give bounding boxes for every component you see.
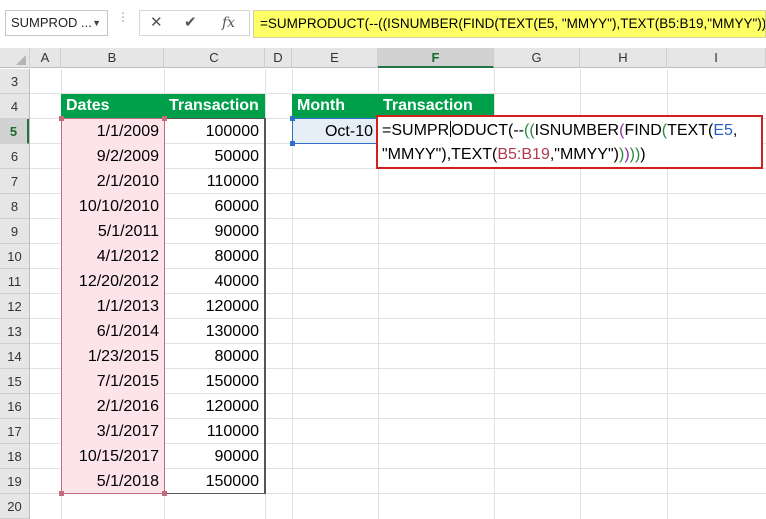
date-cell[interactable]: 9/2/2009 (62, 144, 164, 169)
amount-cell[interactable]: 120000 (165, 394, 265, 419)
formula-bar: SUMPROD ... ▼ ⋮ ✕ ✔ fx =SUMPRODUCT(--((I… (0, 0, 766, 48)
formula-token: ODUCT(-- (451, 122, 524, 139)
row-header-9[interactable]: 9 (0, 219, 29, 244)
amount-cell[interactable]: 90000 (165, 219, 265, 244)
column-headers: A B C D E F G H I (0, 48, 766, 68)
row-header-20[interactable]: 20 (0, 494, 29, 519)
name-box-value: SUMPROD ... (11, 15, 92, 30)
header-cell-dates[interactable]: Dates (61, 94, 164, 118)
column-header-g[interactable]: G (494, 48, 580, 68)
column-header-i[interactable]: I (667, 48, 766, 68)
column-header-e[interactable]: E (292, 48, 378, 68)
formula-token: FIND (624, 122, 662, 139)
amount-cell[interactable]: 110000 (165, 169, 265, 194)
amount-cell[interactable]: 110000 (165, 419, 265, 444)
select-all-icon (16, 55, 26, 65)
chevron-down-icon[interactable]: ▼ (92, 11, 101, 35)
formula-token: (( (524, 122, 535, 139)
header-cell-month[interactable]: Month (292, 94, 378, 118)
row-header-13[interactable]: 13 (0, 319, 29, 344)
row-header-17[interactable]: 17 (0, 419, 29, 444)
date-cell[interactable]: 12/20/2012 (62, 269, 164, 294)
date-cell[interactable]: 1/1/2013 (62, 294, 164, 319)
amount-cell[interactable]: 120000 (165, 294, 265, 319)
amount-cell[interactable]: 60000 (165, 194, 265, 219)
date-cell[interactable]: 10/10/2010 (62, 194, 164, 219)
column-header-c[interactable]: C (164, 48, 265, 68)
formula-buttons: ✕ ✔ fx (139, 10, 250, 36)
range-handle[interactable] (59, 491, 64, 496)
range-handle[interactable] (59, 116, 64, 121)
name-box[interactable]: SUMPROD ... ▼ (5, 10, 108, 36)
range-handle[interactable] (290, 116, 295, 121)
amount-cell[interactable]: 130000 (165, 319, 265, 344)
column-header-f[interactable]: F (378, 48, 494, 68)
date-cell[interactable]: 6/1/2014 (62, 319, 164, 344)
formula-input[interactable]: =SUMPRODUCT(--((ISNUMBER(FIND(TEXT(E5, "… (253, 10, 766, 38)
date-cell[interactable]: 1/23/2015 (62, 344, 164, 369)
formula-token: TEXT( (667, 122, 714, 139)
date-cell[interactable]: 5/1/2018 (62, 469, 164, 494)
insert-function-icon[interactable]: fx (222, 13, 235, 33)
month-cell[interactable]: Oct-10 (292, 119, 378, 144)
row-header-15[interactable]: 15 (0, 369, 29, 394)
column-header-h[interactable]: H (580, 48, 667, 68)
formula-token: , (732, 122, 738, 139)
formula-token: ,"MMYY" (549, 146, 614, 163)
date-cell[interactable]: 10/15/2017 (62, 444, 164, 469)
row-header-5[interactable]: 5 (0, 119, 29, 144)
date-cell[interactable]: 5/1/2011 (62, 219, 164, 244)
range-handle[interactable] (162, 491, 167, 496)
row-header-14[interactable]: 14 (0, 344, 29, 369)
amount-cell[interactable]: 100000 (165, 119, 265, 144)
formula-token: "MMYY"),TEXT( (382, 146, 498, 163)
select-all-button[interactable] (0, 48, 30, 68)
row-headers: 3 4 5 6 7 8 9 10 11 12 13 14 15 16 17 18… (0, 69, 30, 519)
date-cell[interactable]: 3/1/2017 (62, 419, 164, 444)
amount-cell[interactable]: 150000 (165, 469, 265, 494)
formula-token: ) (640, 146, 646, 163)
cancel-icon[interactable]: ✕ (150, 13, 163, 33)
cell-editor[interactable]: =SUMPR ODUCT(--((ISNUMBER(FIND(TEXT(E5, "… (376, 115, 763, 169)
date-cell[interactable]: 1/1/2009 (62, 119, 164, 144)
row-header-16[interactable]: 16 (0, 394, 29, 419)
enter-icon[interactable]: ✔ (184, 13, 197, 33)
amount-cell[interactable]: 150000 (165, 369, 265, 394)
row-header-18[interactable]: 18 (0, 444, 29, 469)
column-header-d[interactable]: D (265, 48, 292, 68)
row-header-3[interactable]: 3 (0, 69, 29, 94)
formula-token-e5: E5 (713, 122, 733, 139)
date-cell[interactable]: 2/1/2016 (62, 394, 164, 419)
row-header-6[interactable]: 6 (0, 144, 29, 169)
row-header-7[interactable]: 7 (0, 169, 29, 194)
row-header-12[interactable]: 12 (0, 294, 29, 319)
header-cell-transaction[interactable]: Transaction (164, 94, 265, 118)
grip-dots-icon[interactable]: ⋮ (117, 11, 129, 23)
date-cell[interactable]: 4/1/2012 (62, 244, 164, 269)
amount-cell[interactable]: 80000 (165, 244, 265, 269)
column-header-a[interactable]: A (30, 48, 61, 68)
row-header-10[interactable]: 10 (0, 244, 29, 269)
formula-token: )) (629, 146, 641, 163)
formula-token: =SUMPR (382, 122, 450, 139)
amount-cell[interactable]: 80000 (165, 344, 265, 369)
formula-token: ISNUMBER (534, 122, 620, 139)
date-cell[interactable]: 7/1/2015 (62, 369, 164, 394)
row-header-8[interactable]: 8 (0, 194, 29, 219)
range-handle[interactable] (290, 141, 295, 146)
row-header-11[interactable]: 11 (0, 269, 29, 294)
gridline (265, 69, 266, 519)
formula-token-range: B5:B19 (497, 146, 550, 163)
range-handle[interactable] (162, 116, 167, 121)
column-header-b[interactable]: B (61, 48, 164, 68)
amount-cell[interactable]: 90000 (165, 444, 265, 469)
date-cell[interactable]: 2/1/2010 (62, 169, 164, 194)
row-header-4[interactable]: 4 (0, 94, 29, 119)
row-header-19[interactable]: 19 (0, 469, 29, 494)
amount-cell[interactable]: 50000 (165, 144, 265, 169)
amount-cell[interactable]: 40000 (165, 269, 265, 294)
